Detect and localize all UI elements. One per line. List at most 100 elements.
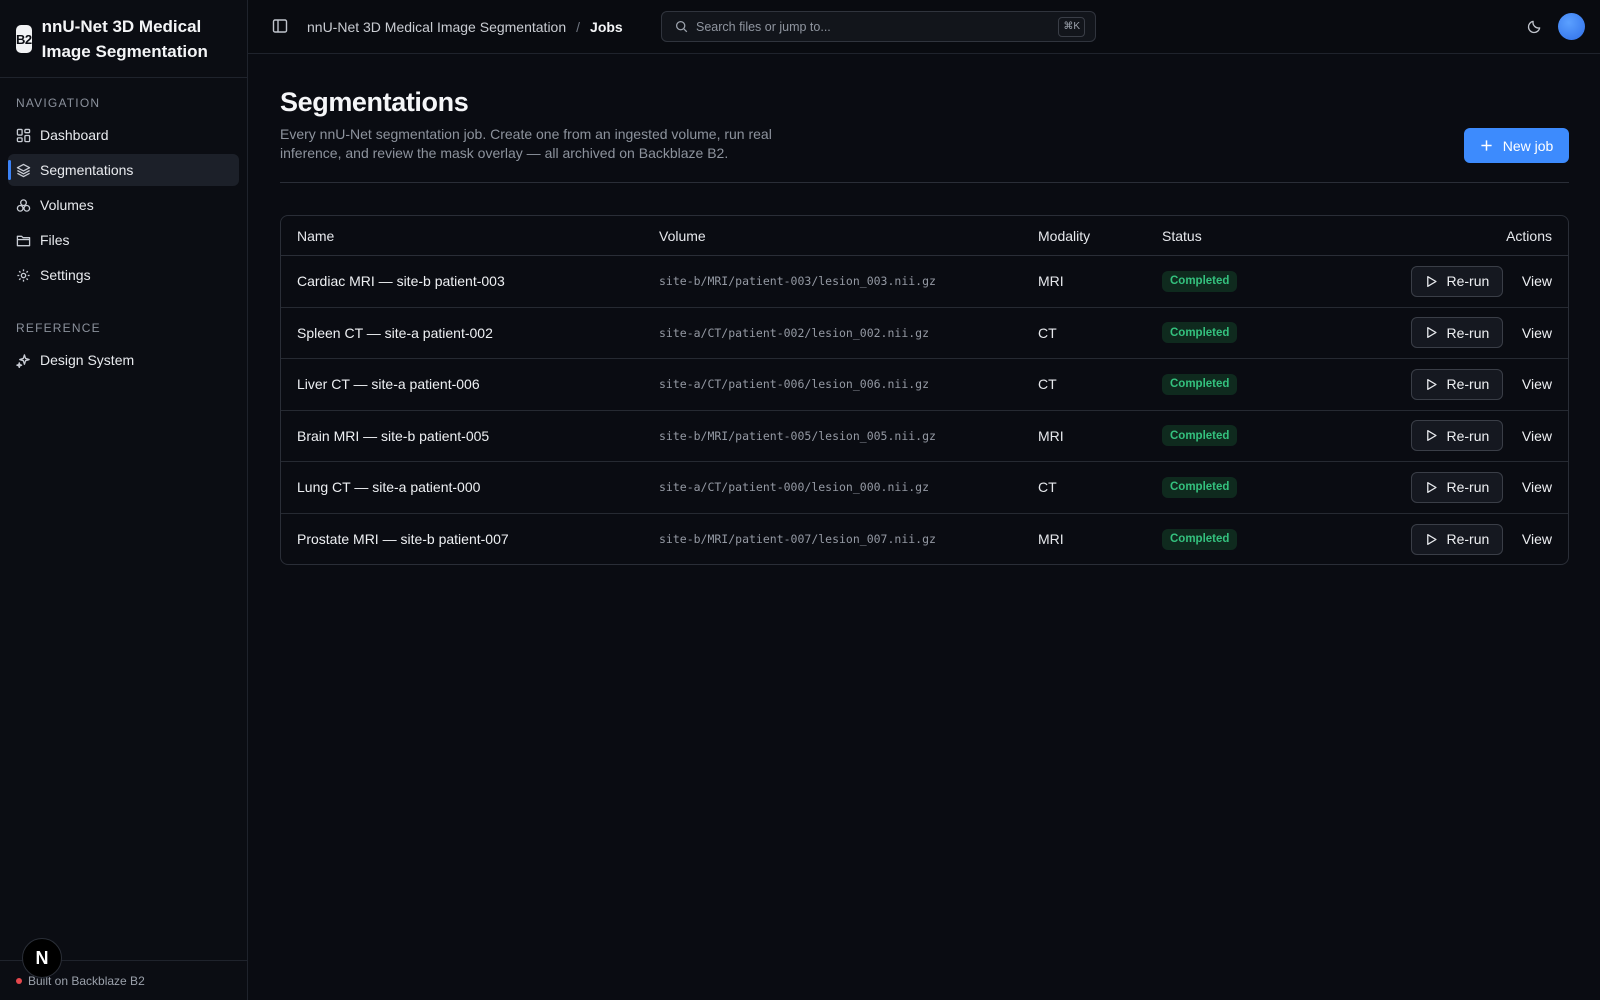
row-actions: Re-run View xyxy=(1410,265,1552,297)
table-row[interactable]: Brain MRI — site-b patient-005 site-b/MR… xyxy=(281,411,1568,462)
table-row[interactable]: Lung CT — site-a patient-000 site-a/CT/p… xyxy=(281,462,1568,514)
play-icon xyxy=(1425,533,1438,546)
row-actions: Re-run View xyxy=(1410,368,1552,400)
page-header: Segmentations Every nnU-Net segmentation… xyxy=(280,54,1569,183)
dev-tools-badge[interactable]: N xyxy=(22,938,62,978)
status-badge: Completed xyxy=(1162,322,1238,344)
avatar[interactable] xyxy=(1558,13,1585,40)
modality: CT xyxy=(1038,324,1057,341)
status-dot xyxy=(16,977,22,984)
column-header-volume[interactable]: Volume xyxy=(659,216,706,256)
status-badge: Completed xyxy=(1162,373,1238,395)
rerun-label: Re-run xyxy=(1446,479,1490,496)
volume-path: site-a/CT/patient-006/lesion_006.nii.gz xyxy=(659,377,930,392)
sidebar-item-label: Segmentations xyxy=(40,162,134,178)
dashboard-icon xyxy=(16,128,31,143)
volume-path: site-a/CT/patient-002/lesion_002.nii.gz xyxy=(659,325,930,340)
row-actions: Re-run View xyxy=(1410,523,1552,555)
play-icon xyxy=(1425,429,1438,442)
sidebar: B2 nnU-Net 3D Medical Image Segmentation… xyxy=(0,0,248,1000)
sidebar-item-files[interactable]: Files xyxy=(8,224,239,256)
job-name[interactable]: Liver CT — site-a patient-006 xyxy=(297,376,480,392)
search-icon xyxy=(675,20,688,33)
sidebar-item-segmentations[interactable]: Segmentations xyxy=(8,154,239,186)
column-header-actions: Actions xyxy=(1506,228,1552,244)
sidebar-toggle-icon[interactable] xyxy=(272,18,288,34)
folder-icon xyxy=(16,233,31,248)
view-link[interactable]: View xyxy=(1522,273,1552,289)
breadcrumb-separator: / xyxy=(576,19,581,35)
table-body: Cardiac MRI — site-b patient-003 site-b/… xyxy=(281,256,1568,565)
status-badge: Completed xyxy=(1162,425,1238,447)
breadcrumb: nnU-Net 3D Medical Image Segmentation / … xyxy=(307,0,623,54)
plus-icon xyxy=(1480,139,1493,152)
page-description: Every nnU-Net segmentation job. Create o… xyxy=(280,126,772,161)
rerun-button[interactable]: Re-run xyxy=(1410,523,1503,555)
view-link[interactable]: View xyxy=(1522,325,1552,341)
volume-path: site-b/MRI/patient-007/lesion_007.nii.gz xyxy=(659,532,936,547)
job-name[interactable]: Spleen CT — site-a patient-002 xyxy=(297,325,493,341)
search-input[interactable]: Search files or jump to... ⌘K xyxy=(661,11,1096,42)
nav-heading: REFERENCE xyxy=(16,321,101,335)
row-actions: Re-run View xyxy=(1410,471,1552,503)
main-content: Segmentations Every nnU-Net segmentation… xyxy=(280,54,1569,565)
job-name[interactable]: Lung CT — site-a patient-000 xyxy=(297,479,480,495)
table-row[interactable]: Cardiac MRI — site-b patient-003 site-b/… xyxy=(281,256,1568,308)
column-header-name[interactable]: Name xyxy=(297,216,334,256)
nav-section-reference: REFERENCE Design System xyxy=(0,318,247,376)
view-link[interactable]: View xyxy=(1522,376,1552,392)
modality: CT xyxy=(1038,479,1057,496)
sidebar-item-dashboard[interactable]: Dashboard xyxy=(8,119,239,151)
rerun-button[interactable]: Re-run xyxy=(1410,368,1503,400)
view-link[interactable]: View xyxy=(1522,479,1552,495)
topbar: nnU-Net 3D Medical Image Segmentation / … xyxy=(248,0,1600,54)
play-icon xyxy=(1425,481,1438,494)
modality: MRI xyxy=(1038,273,1064,290)
breadcrumb-current: Jobs xyxy=(590,19,623,35)
page-title: Segmentations xyxy=(280,87,469,117)
view-link[interactable]: View xyxy=(1522,531,1552,547)
new-job-label: New job xyxy=(1502,137,1554,154)
job-name[interactable]: Brain MRI — site-b patient-005 xyxy=(297,428,489,444)
sidebar-item-label: Files xyxy=(40,232,70,248)
breadcrumb-root[interactable]: nnU-Net 3D Medical Image Segmentation xyxy=(307,19,566,35)
rerun-button[interactable]: Re-run xyxy=(1410,471,1503,503)
table-header: Name Volume Modality Status Actions xyxy=(281,216,1568,256)
column-header-status[interactable]: Status xyxy=(1162,216,1202,256)
table-row[interactable]: Prostate MRI — site-b patient-007 site-b… xyxy=(281,514,1568,565)
table-row[interactable]: Spleen CT — site-a patient-002 site-a/CT… xyxy=(281,308,1568,359)
app-logo: B2 xyxy=(16,25,32,53)
row-actions: Re-run View xyxy=(1410,420,1552,452)
jobs-table: Name Volume Modality Status Actions Card… xyxy=(280,215,1569,565)
status-badge: Completed xyxy=(1162,528,1238,550)
search-placeholder: Search files or jump to... xyxy=(696,19,831,34)
job-name[interactable]: Cardiac MRI — site-b patient-003 xyxy=(297,273,505,289)
table-row[interactable]: Liver CT — site-a patient-006 site-a/CT/… xyxy=(281,359,1568,411)
row-actions: Re-run View xyxy=(1410,317,1552,349)
rerun-button[interactable]: Re-run xyxy=(1410,420,1503,452)
modality: MRI xyxy=(1038,427,1064,444)
job-name[interactable]: Prostate MRI — site-b patient-007 xyxy=(297,531,509,547)
column-header-modality[interactable]: Modality xyxy=(1038,216,1090,256)
rerun-label: Re-run xyxy=(1446,427,1490,444)
sidebar-item-design-system[interactable]: Design System xyxy=(8,344,239,376)
sidebar-item-volumes[interactable]: Volumes xyxy=(8,189,239,221)
nav-section-navigation: NAVIGATION Dashboard Segmentations Volum… xyxy=(0,93,247,291)
rerun-button[interactable]: Re-run xyxy=(1410,265,1503,297)
moon-icon[interactable] xyxy=(1527,19,1542,34)
status-badge: Completed xyxy=(1162,476,1238,498)
volume-path: site-a/CT/patient-000/lesion_000.nii.gz xyxy=(659,480,930,495)
view-link[interactable]: View xyxy=(1522,428,1552,444)
sidebar-item-settings[interactable]: Settings xyxy=(8,259,239,291)
play-icon xyxy=(1425,326,1438,339)
play-icon xyxy=(1425,275,1438,288)
rerun-button[interactable]: Re-run xyxy=(1410,317,1503,349)
gear-icon xyxy=(16,268,31,283)
play-icon xyxy=(1425,378,1438,391)
app-title: nnU-Net 3D Medical Image Segmentation xyxy=(41,17,208,61)
new-job-button[interactable]: New job xyxy=(1464,128,1569,163)
status-badge: Completed xyxy=(1162,270,1238,292)
sidebar-item-label: Settings xyxy=(40,267,91,283)
rerun-label: Re-run xyxy=(1446,273,1490,290)
brand[interactable]: B2 nnU-Net 3D Medical Image Segmentation xyxy=(0,0,247,78)
